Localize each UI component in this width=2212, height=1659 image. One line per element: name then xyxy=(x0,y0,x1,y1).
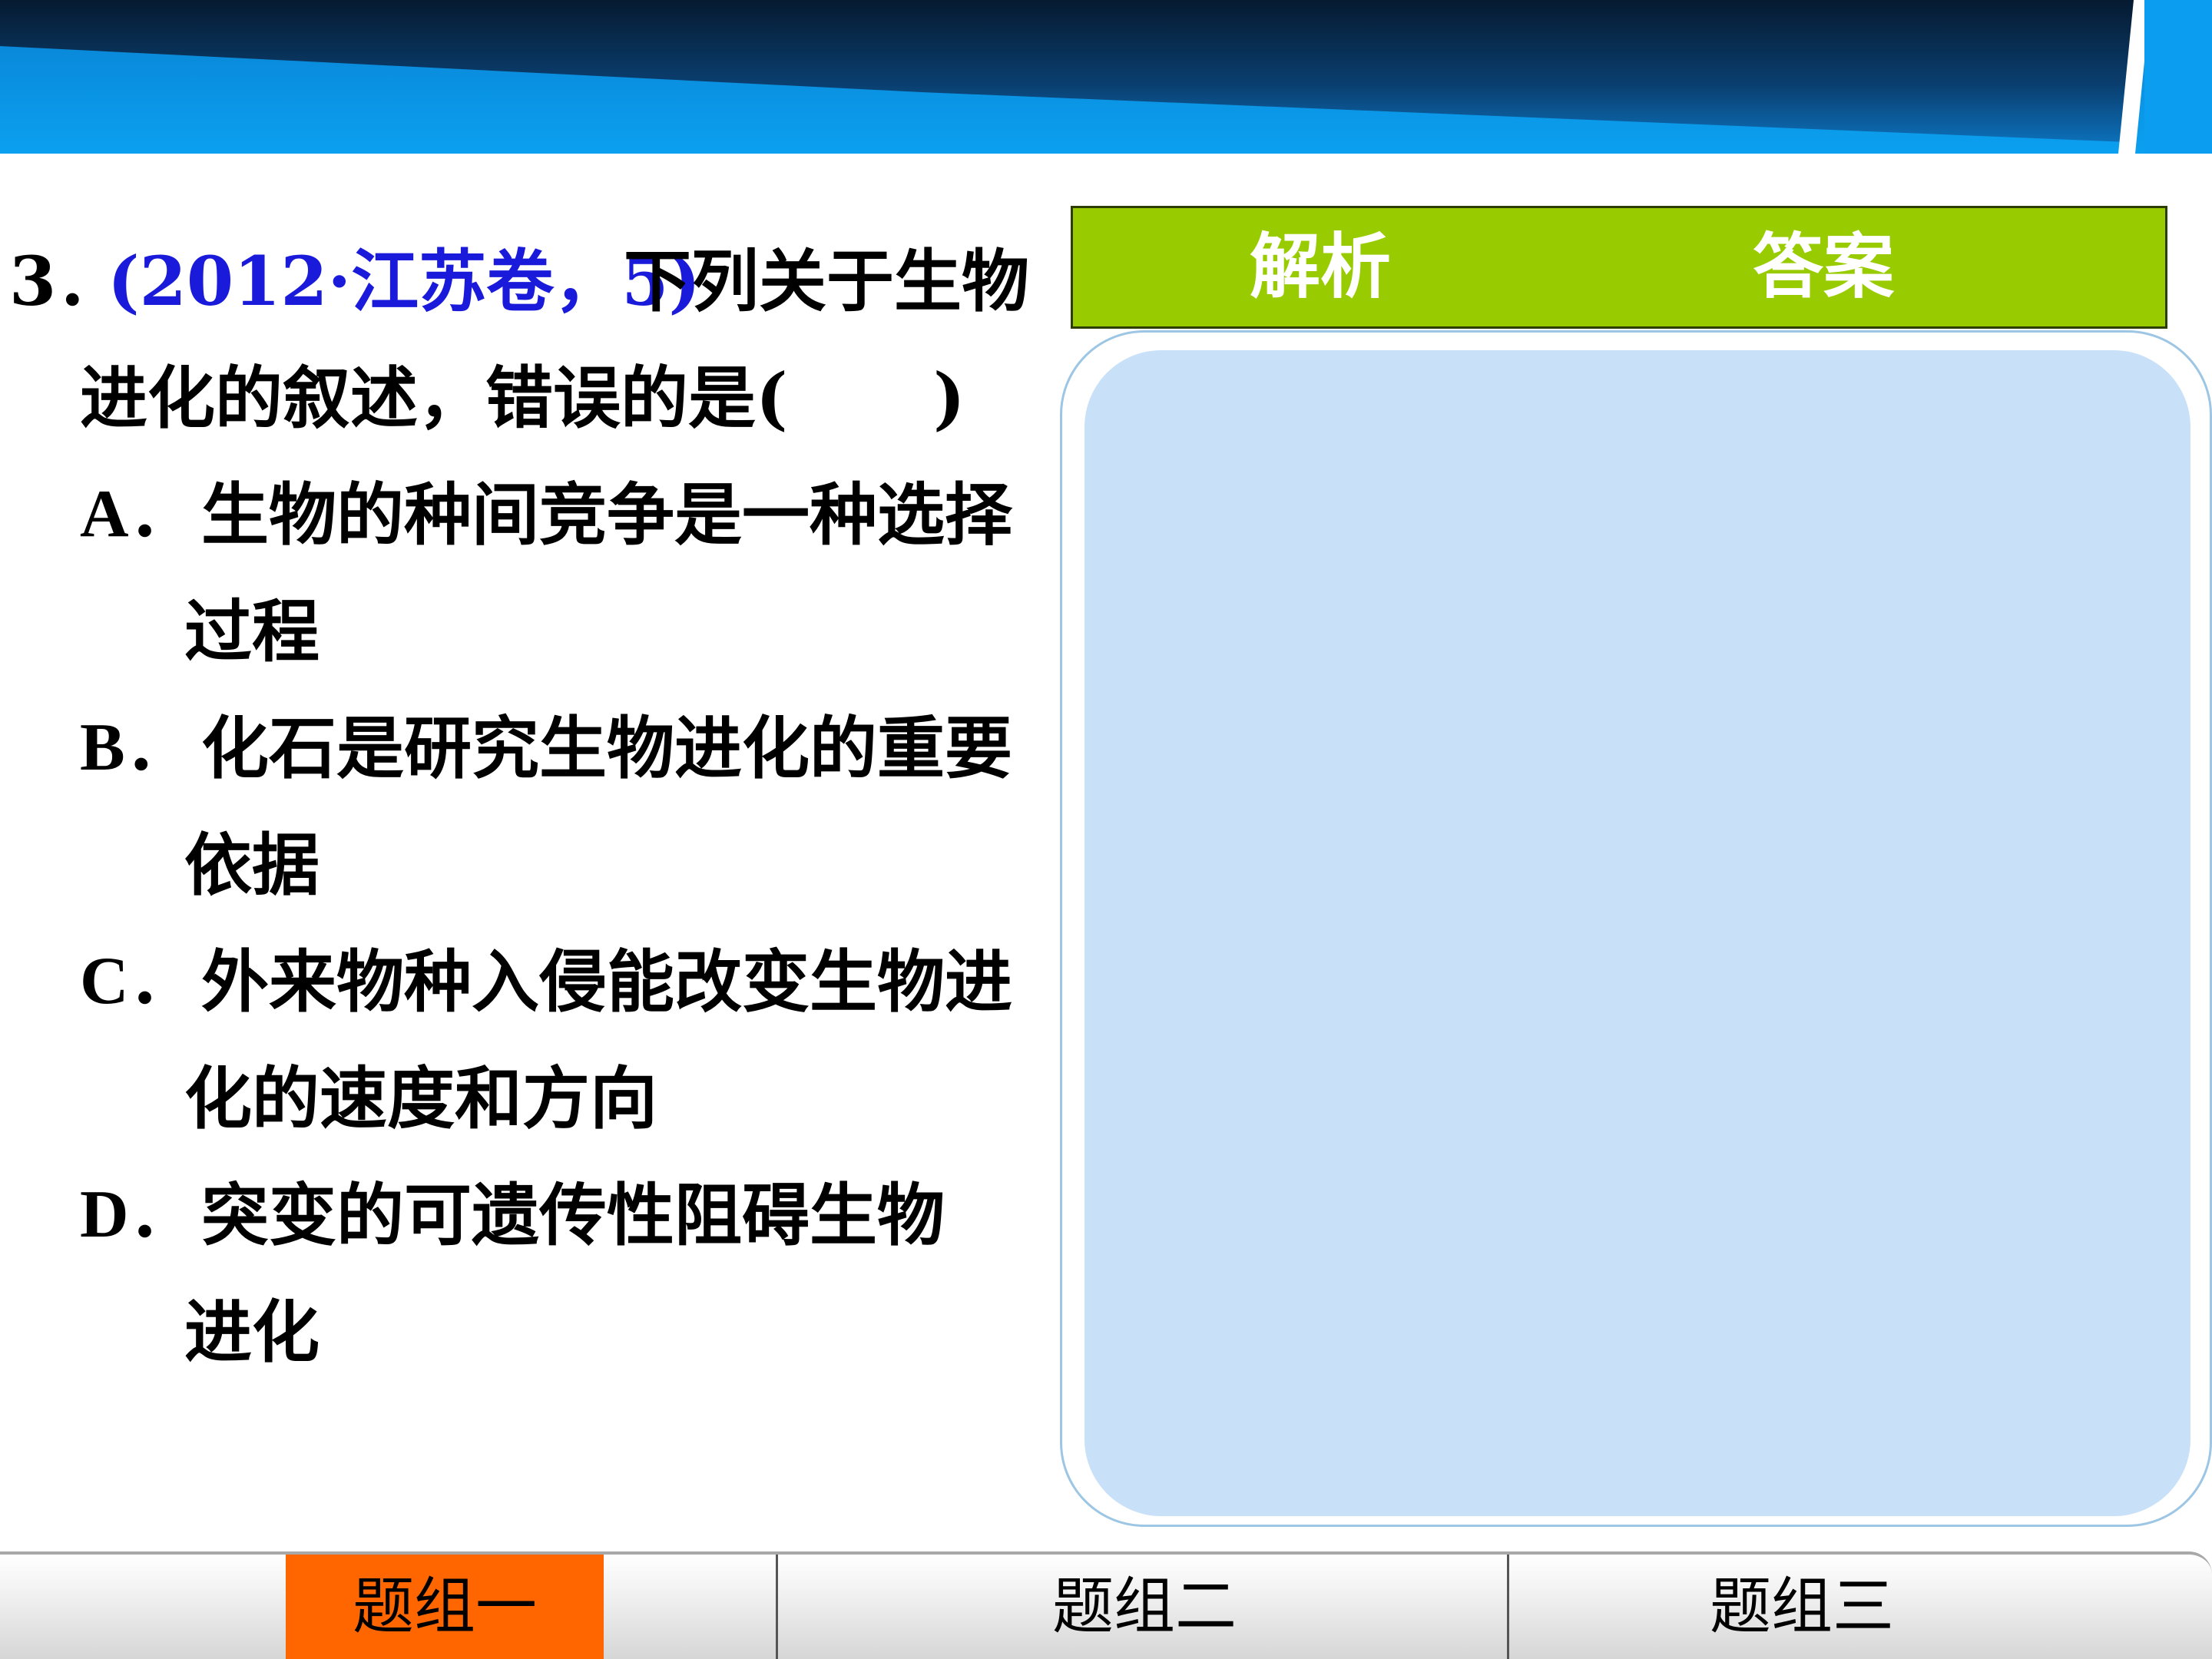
option-d: D． 突变的可遗传性阻碍生物 xyxy=(0,1157,1075,1273)
banner-graphic xyxy=(0,0,2212,154)
tab-group-two[interactable]: 题组二 xyxy=(776,1555,1513,1659)
question-source: (2012·江苏卷，5) xyxy=(108,241,701,321)
option-a-letter: A． xyxy=(80,477,197,551)
option-d-text: 突变的可遗传性阻碍生物 xyxy=(201,1175,945,1255)
option-a-cont: 过程 xyxy=(0,573,1075,690)
option-b-text-cont: 依据 xyxy=(184,825,320,905)
answer-panel xyxy=(1084,350,2190,1516)
analysis-button[interactable]: 解析 xyxy=(1250,208,1391,326)
option-c-letter: C． xyxy=(80,944,197,1018)
bottom-nav: 题组一 题组二 题组三 xyxy=(0,1551,2212,1659)
question-stem-line1: 3． (2012·江苏卷，5) 下列关于生物 xyxy=(0,223,1075,339)
question-block: 3． (2012·江苏卷，5) 下列关于生物 进化的叙述，错误的是( ) A． … xyxy=(0,223,1075,1390)
question-blank-close: ) xyxy=(933,358,965,438)
option-c: C． 外来物种入侵能改变生物进 xyxy=(0,923,1075,1040)
answer-button[interactable]: 答案 xyxy=(1753,208,1894,326)
question-stem-text1: 下列关于生物 xyxy=(624,241,1030,321)
option-b-letter: B． xyxy=(80,710,193,785)
question-stem-line2: 进化的叙述，错误的是( ) xyxy=(0,339,1075,456)
option-b: B． 化石是研究生物进化的重要 xyxy=(0,690,1075,806)
question-stem-text2: 进化的叙述，错误的是( xyxy=(80,358,788,438)
tab-group-one[interactable]: 题组一 xyxy=(286,1555,604,1659)
nav-divider xyxy=(1507,1555,1509,1659)
option-d-cont: 进化 xyxy=(0,1273,1075,1390)
option-c-text: 外来物种入侵能改变生物进 xyxy=(201,942,1013,1022)
question-number: 3． xyxy=(9,241,124,321)
option-c-text-cont: 化的速度和方向 xyxy=(184,1058,658,1138)
analysis-answer-bar: 解析 答案 xyxy=(1071,206,2167,329)
option-b-cont: 依据 xyxy=(0,806,1075,923)
option-c-cont: 化的速度和方向 xyxy=(0,1040,1075,1157)
option-d-letter: D． xyxy=(80,1177,197,1252)
option-a: A． 生物的种间竞争是一种选择 xyxy=(0,456,1075,573)
option-a-text: 生物的种间竞争是一种选择 xyxy=(201,475,1013,555)
tab-group-three[interactable]: 题组三 xyxy=(1510,1555,2094,1659)
option-a-text-cont: 过程 xyxy=(184,591,320,671)
option-b-text: 化石是研究生物进化的重要 xyxy=(201,708,1013,788)
top-banner xyxy=(0,0,2212,154)
option-d-text-cont: 进化 xyxy=(184,1292,320,1372)
